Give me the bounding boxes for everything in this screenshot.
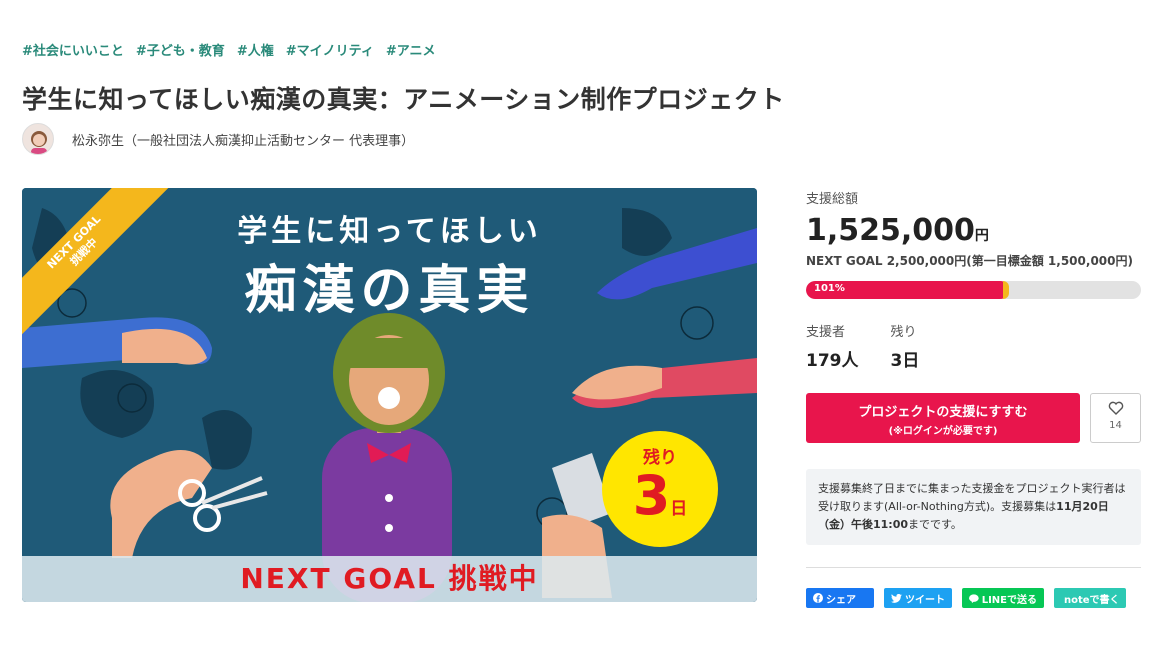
stats-row: 支援者 179人 残り 3日: [806, 321, 1141, 371]
tag-human-rights[interactable]: #人権: [237, 40, 274, 59]
notice-text-end: までです。: [908, 518, 962, 531]
next-goal-ribbon: NEXT GOAL 挑戦中: [22, 188, 182, 348]
hero-banner-text: NEXT GOAL 挑戦中: [240, 562, 539, 595]
remaining-days-badge: 残り 3日: [602, 431, 718, 547]
twitter-share-label: ツイート: [905, 594, 945, 606]
next-goal-text: NEXT GOAL 2,500,000円(第一目標金額 1,500,000円): [806, 254, 1133, 268]
project-owner[interactable]: 松永弥生（一般社団法人痴漢抑止活動センター 代表理事）: [22, 123, 414, 155]
cta-row: プロジェクトの支援にすすむ (※ログインが必要です) 14: [806, 393, 1141, 443]
note-share-button[interactable]: noteで書く: [1054, 588, 1126, 608]
remaining-value: 3日: [890, 351, 920, 371]
line-share-label: LINEで送る: [981, 594, 1037, 606]
heart-icon: [1108, 401, 1123, 415]
total-amount-value: 1,525,000: [806, 213, 975, 248]
favorite-count: 14: [1109, 420, 1122, 431]
tag-children-education[interactable]: #子ども・教育: [136, 40, 225, 59]
support-project-button[interactable]: プロジェクトの支援にすすむ (※ログインが必要です): [806, 393, 1080, 443]
hero-banner-strip: NEXT GOAL 挑戦中: [22, 556, 757, 602]
favorite-button[interactable]: 14: [1090, 393, 1141, 443]
line-share-button[interactable]: LINEで送る: [962, 588, 1044, 608]
funding-sidebar: 支援総額 1,525,000円 NEXT GOAL 2,500,000円(第一目…: [806, 188, 1141, 608]
support-button-label: プロジェクトの支援にすすむ: [858, 405, 1028, 420]
support-button-note: (※ログインが必要です): [888, 426, 998, 437]
owner-name[interactable]: 松永弥生（一般社団法人痴漢抑止活動センター 代表理事）: [72, 130, 414, 149]
badge-number: 3: [632, 464, 671, 527]
remaining-label: 残り: [890, 325, 917, 340]
remaining-stat: 残り 3日: [891, 321, 920, 371]
total-label: 支援総額: [806, 192, 859, 207]
project-title: 学生に知ってほしい痴漢の真実：アニメーション制作プロジェクト: [22, 85, 785, 114]
share-buttons: シェア ツイート LINEで送る noteで書く: [806, 588, 1141, 608]
facebook-share-label: シェア: [826, 594, 856, 606]
twitter-share-button[interactable]: ツイート: [884, 588, 952, 608]
supporters-value: 179人: [806, 351, 859, 371]
badge-unit: 日: [670, 499, 688, 519]
progress-label: 101%: [814, 283, 845, 294]
supporters-stat: 支援者 179人: [806, 321, 859, 371]
avatar[interactable]: [22, 123, 54, 155]
note-share-label: noteで書く: [1064, 594, 1120, 606]
tag-minority[interactable]: #マイノリティ: [286, 40, 374, 59]
progress-bar: 101%: [806, 281, 1141, 299]
twitter-icon: [891, 593, 902, 603]
all-or-nothing-notice: 支援募集終了日までに集まった支援金をプロジェクト実行者は受け取ります(All-o…: [806, 469, 1141, 545]
line-icon: [969, 593, 979, 603]
facebook-icon: [813, 593, 823, 603]
tag-list: #社会にいいこと #子ども・教育 #人権 #マイノリティ #アニメ: [22, 40, 435, 59]
tag-anime[interactable]: #アニメ: [386, 40, 436, 59]
facebook-share-button[interactable]: シェア: [806, 588, 874, 608]
total-amount-unit: 円: [974, 228, 989, 244]
total-amount: 1,525,000円: [806, 213, 1141, 248]
project-hero-image: 学生に知ってほしい 痴漢の真実 NEXT GOAL 挑戦中 残り 3日 NEXT…: [22, 188, 757, 602]
divider: [806, 567, 1141, 568]
supporters-label: 支援者: [806, 325, 846, 340]
tag-social-good[interactable]: #社会にいいこと: [22, 40, 124, 59]
